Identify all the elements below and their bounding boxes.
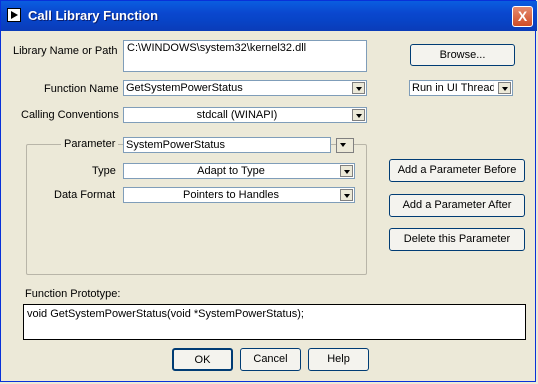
library-label: Library Name or Path — [13, 45, 118, 57]
type-dropdown[interactable]: Adapt to Type — [123, 163, 355, 179]
parameter-name-field[interactable]: SystemPowerStatus — [123, 137, 331, 153]
window-title: Call Library Function — [28, 8, 159, 23]
browse-button[interactable]: Browse... — [410, 44, 515, 66]
calling-conventions-value: stdcall (WINAPI) — [196, 109, 278, 121]
function-name-dropdown[interactable]: GetSystemPowerStatus — [123, 80, 367, 96]
title-bar[interactable]: Call Library Function X — [1, 1, 537, 31]
help-button[interactable]: Help — [308, 348, 369, 371]
prototype-label: Function Prototype: — [25, 288, 121, 300]
parameter-label: Parameter — [61, 138, 119, 150]
function-name-label: Function Name — [44, 83, 119, 95]
chevron-down-icon[interactable] — [352, 82, 365, 94]
thread-dropdown[interactable]: Run in UI Thread — [409, 80, 513, 96]
chevron-down-icon[interactable] — [340, 165, 353, 177]
calling-conventions-dropdown[interactable]: stdcall (WINAPI) — [123, 107, 367, 123]
thread-value: Run in UI Thread — [412, 82, 494, 94]
add-parameter-after-button[interactable]: Add a Parameter After — [389, 194, 525, 217]
type-value: Adapt to Type — [197, 165, 265, 177]
data-format-label: Data Format — [54, 189, 116, 201]
close-button[interactable]: X — [512, 6, 533, 27]
dialog-window: Call Library Function X Library Name or … — [0, 0, 537, 382]
data-format-value: Pointers to Handles — [183, 189, 279, 201]
library-path-field[interactable]: C:\WINDOWS\system32\kernel32.dll — [123, 40, 367, 72]
add-parameter-before-button[interactable]: Add a Parameter Before — [389, 159, 525, 182]
data-format-dropdown[interactable]: Pointers to Handles — [123, 187, 355, 203]
ok-button[interactable]: OK — [172, 348, 233, 371]
delete-parameter-button[interactable]: Delete this Parameter — [389, 228, 525, 251]
chevron-down-icon[interactable] — [340, 189, 353, 201]
chevron-down-icon[interactable] — [498, 82, 511, 94]
prototype-display: void GetSystemPowerStatus(void *SystemPo… — [23, 304, 526, 340]
parameter-dropdown-button[interactable] — [336, 138, 354, 153]
cancel-button[interactable]: Cancel — [240, 348, 301, 371]
function-name-value: GetSystemPowerStatus — [126, 82, 243, 94]
type-label: Type — [92, 165, 116, 177]
calling-conventions-label: Calling Conventions — [21, 109, 119, 121]
labview-app-icon — [7, 8, 21, 22]
chevron-down-icon[interactable] — [352, 109, 365, 121]
